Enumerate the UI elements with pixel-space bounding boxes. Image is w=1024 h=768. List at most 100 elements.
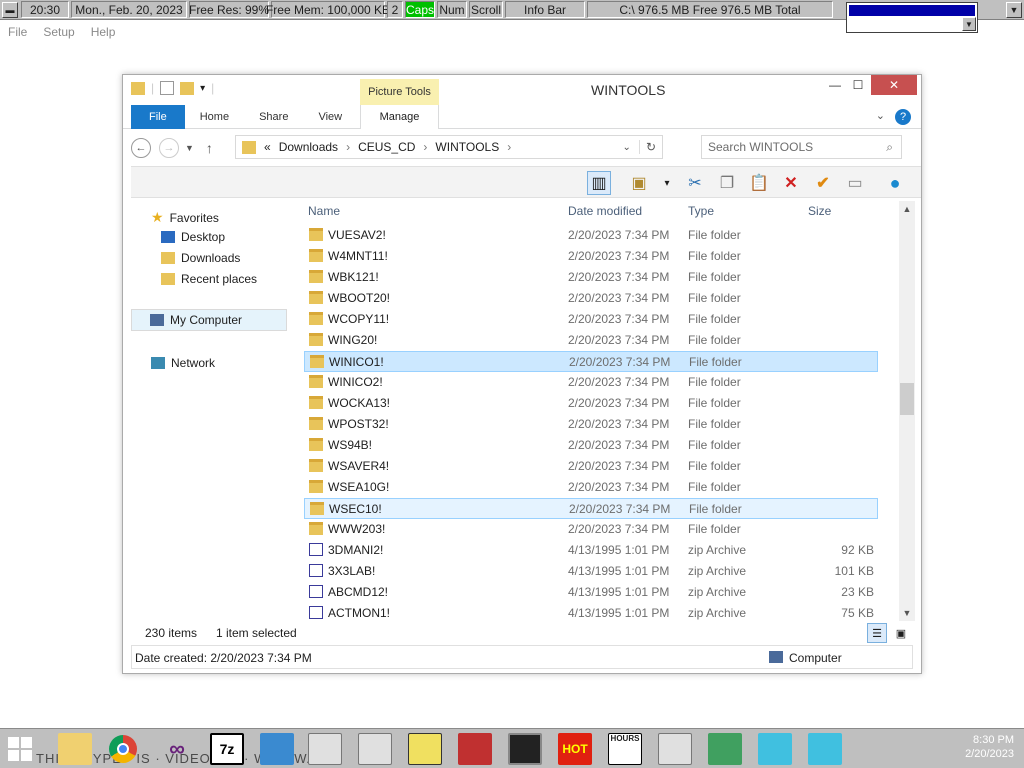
table-row[interactable]: W4MNT11! 2/20/2023 7:34 PM File folder: [304, 246, 878, 267]
hot-icon[interactable]: HOT: [558, 733, 592, 765]
visual-studio-icon[interactable]: ∞: [160, 733, 194, 765]
vertical-scrollbar[interactable]: ▲ ▼: [899, 201, 915, 621]
table-row[interactable]: 3DMANI2! 4/13/1995 1:01 PM zip Archive 92 K…: [304, 540, 878, 561]
remote-desktop-icon[interactable]: [260, 733, 294, 765]
table-row[interactable]: WOCKA13! 2/20/2023 7:34 PM File folder: [304, 393, 878, 414]
table-row[interactable]: WPOST32! 2/20/2023 7:34 PM File folder: [304, 414, 878, 435]
table-row[interactable]: WCOPY11! 2/20/2023 7:34 PM File folder: [304, 309, 878, 330]
delete-icon[interactable]: ✕: [779, 171, 803, 195]
preview-pane-icon[interactable]: ▥: [587, 171, 611, 195]
search-input[interactable]: Search WINTOOLS ⌕: [701, 135, 902, 159]
details-view-icon[interactable]: ☰: [867, 623, 887, 643]
table-row[interactable]: WBK121! 2/20/2023 7:34 PM File folder: [304, 267, 878, 288]
up-arrow-icon[interactable]: ↑: [206, 140, 213, 156]
menu-setup[interactable]: Setup: [43, 25, 74, 39]
window-icon[interactable]: [658, 733, 692, 765]
column-type[interactable]: Type: [688, 204, 714, 218]
globe-icon[interactable]: ●: [883, 171, 907, 195]
file-type: File folder: [688, 249, 741, 263]
info-time: 20:30: [21, 1, 69, 18]
menu-help[interactable]: Help: [91, 25, 116, 39]
properties-icon[interactable]: [160, 81, 175, 95]
close-button[interactable]: ✕: [871, 75, 917, 95]
nav-my-computer[interactable]: My Computer: [131, 309, 287, 331]
file-type: File folder: [688, 228, 741, 242]
table-row[interactable]: 3X3LAB! 4/13/1995 1:01 PM zip Archive 101 K…: [304, 561, 878, 582]
chrome-icon[interactable]: [106, 733, 140, 765]
address-bar[interactable]: « Downloads › CEUS_CD › WINTOOLS › ⌄ ↻: [235, 135, 663, 159]
table-row[interactable]: ACTMON1! 4/13/1995 1:01 PM zip Archive 75 K…: [304, 603, 878, 621]
chevron-down-icon[interactable]: ▼: [962, 17, 976, 31]
table-row[interactable]: ABCMD12! 4/13/1995 1:01 PM zip Archive 23 K…: [304, 582, 878, 603]
file-type: File folder: [688, 333, 741, 347]
file-explorer-icon[interactable]: [58, 733, 92, 765]
table-row[interactable]: WSEA10G! 2/20/2023 7:34 PM File folder: [304, 477, 878, 498]
table-row[interactable]: WSAVER4! 2/20/2023 7:34 PM File folder: [304, 456, 878, 477]
nav-desktop-label: Desktop: [181, 230, 226, 244]
taskbar: THIS · TYPE · IS · VIDEO · IS · WIL · WA…: [0, 728, 1024, 768]
system-tray-clock[interactable]: 8:30 PM 2/20/2023: [965, 733, 1014, 761]
address-root[interactable]: «: [264, 140, 271, 154]
chevron-down-icon[interactable]: ▼: [1006, 1, 1022, 18]
folder-options-icon[interactable]: ▣: [627, 171, 651, 195]
window-icon[interactable]: [308, 733, 342, 765]
fish-icon[interactable]: [758, 733, 792, 765]
nav-favorites[interactable]: ★ Favorites: [151, 209, 219, 226]
tab-home[interactable]: Home: [185, 105, 244, 129]
refresh-icon[interactable]: ↻: [638, 140, 662, 154]
large-icons-view-icon[interactable]: ▣: [891, 623, 911, 643]
expand-ribbon-icon[interactable]: ⌄: [876, 109, 885, 125]
hours-counter-icon[interactable]: HOURS: [608, 733, 642, 765]
column-name[interactable]: Name: [308, 204, 340, 218]
table-row[interactable]: WING20! 2/20/2023 7:34 PM File folder: [304, 330, 878, 351]
breadcrumb-ceus-cd[interactable]: CEUS_CD: [358, 140, 415, 154]
customize-toolbar-icon[interactable]: ▾: [200, 83, 205, 94]
column-date-modified[interactable]: Date modified: [568, 204, 642, 218]
checkmark-icon[interactable]: ✔: [811, 171, 835, 195]
recent-locations-icon[interactable]: ▼: [185, 143, 194, 153]
forward-button[interactable]: →: [159, 138, 179, 158]
system-menu-button[interactable]: ▬: [2, 1, 18, 18]
cut-icon[interactable]: ✂: [683, 171, 707, 195]
table-row[interactable]: WSEC10! 2/20/2023 7:34 PM File folder: [304, 498, 878, 519]
exit-door-icon[interactable]: [708, 733, 742, 765]
nav-downloads[interactable]: Downloads: [161, 251, 240, 265]
column-size[interactable]: Size: [808, 204, 831, 218]
tab-share[interactable]: Share: [244, 105, 303, 129]
floppy-disk-icon[interactable]: [408, 733, 442, 765]
nav-network[interactable]: Network: [151, 356, 215, 370]
window-icon[interactable]: [358, 733, 392, 765]
back-button[interactable]: ←: [131, 138, 151, 158]
copy-icon[interactable]: ❐: [715, 171, 739, 195]
tab-file[interactable]: File: [131, 104, 185, 129]
chevron-down-icon[interactable]: ▾: [655, 171, 679, 195]
table-row[interactable]: WINICO2! 2/20/2023 7:34 PM File folder: [304, 372, 878, 393]
nav-desktop[interactable]: Desktop: [161, 230, 225, 244]
paint-icon[interactable]: [458, 733, 492, 765]
new-folder-icon[interactable]: [180, 81, 195, 95]
scroll-up-icon[interactable]: ▲: [899, 201, 915, 217]
menu-file[interactable]: File: [8, 25, 27, 39]
windows-start-icon[interactable]: [8, 737, 34, 761]
7zip-icon[interactable]: 7z: [210, 733, 244, 765]
scroll-down-icon[interactable]: ▼: [899, 605, 915, 621]
help-icon[interactable]: ?: [895, 108, 911, 125]
fish-icon[interactable]: [808, 733, 842, 765]
table-row[interactable]: WWW203! 2/20/2023 7:34 PM File folder: [304, 519, 878, 540]
tab-view[interactable]: View: [303, 105, 357, 129]
table-row[interactable]: VUESAV2! 2/20/2023 7:34 PM File folder: [304, 225, 878, 246]
tab-manage[interactable]: Manage: [360, 105, 439, 129]
terminal-icon[interactable]: [508, 733, 542, 765]
file-name: ACTMON1!: [328, 606, 391, 620]
breadcrumb-downloads[interactable]: Downloads: [279, 140, 338, 154]
nav-recent-places[interactable]: Recent places: [161, 272, 257, 286]
table-row[interactable]: WINICO1! 2/20/2023 7:34 PM File folder: [304, 351, 878, 372]
scrollbar-thumb[interactable]: [900, 383, 914, 415]
info-combo-box[interactable]: ▼: [846, 2, 978, 33]
rename-icon[interactable]: ▭: [843, 171, 867, 195]
paste-icon[interactable]: 📋: [747, 171, 771, 195]
table-row[interactable]: WBOOT20! 2/20/2023 7:34 PM File folder: [304, 288, 878, 309]
breadcrumb-wintools[interactable]: WINTOOLS: [435, 140, 499, 154]
address-dropdown-icon[interactable]: ⌄: [623, 142, 631, 153]
table-row[interactable]: WS94B! 2/20/2023 7:34 PM File folder: [304, 435, 878, 456]
